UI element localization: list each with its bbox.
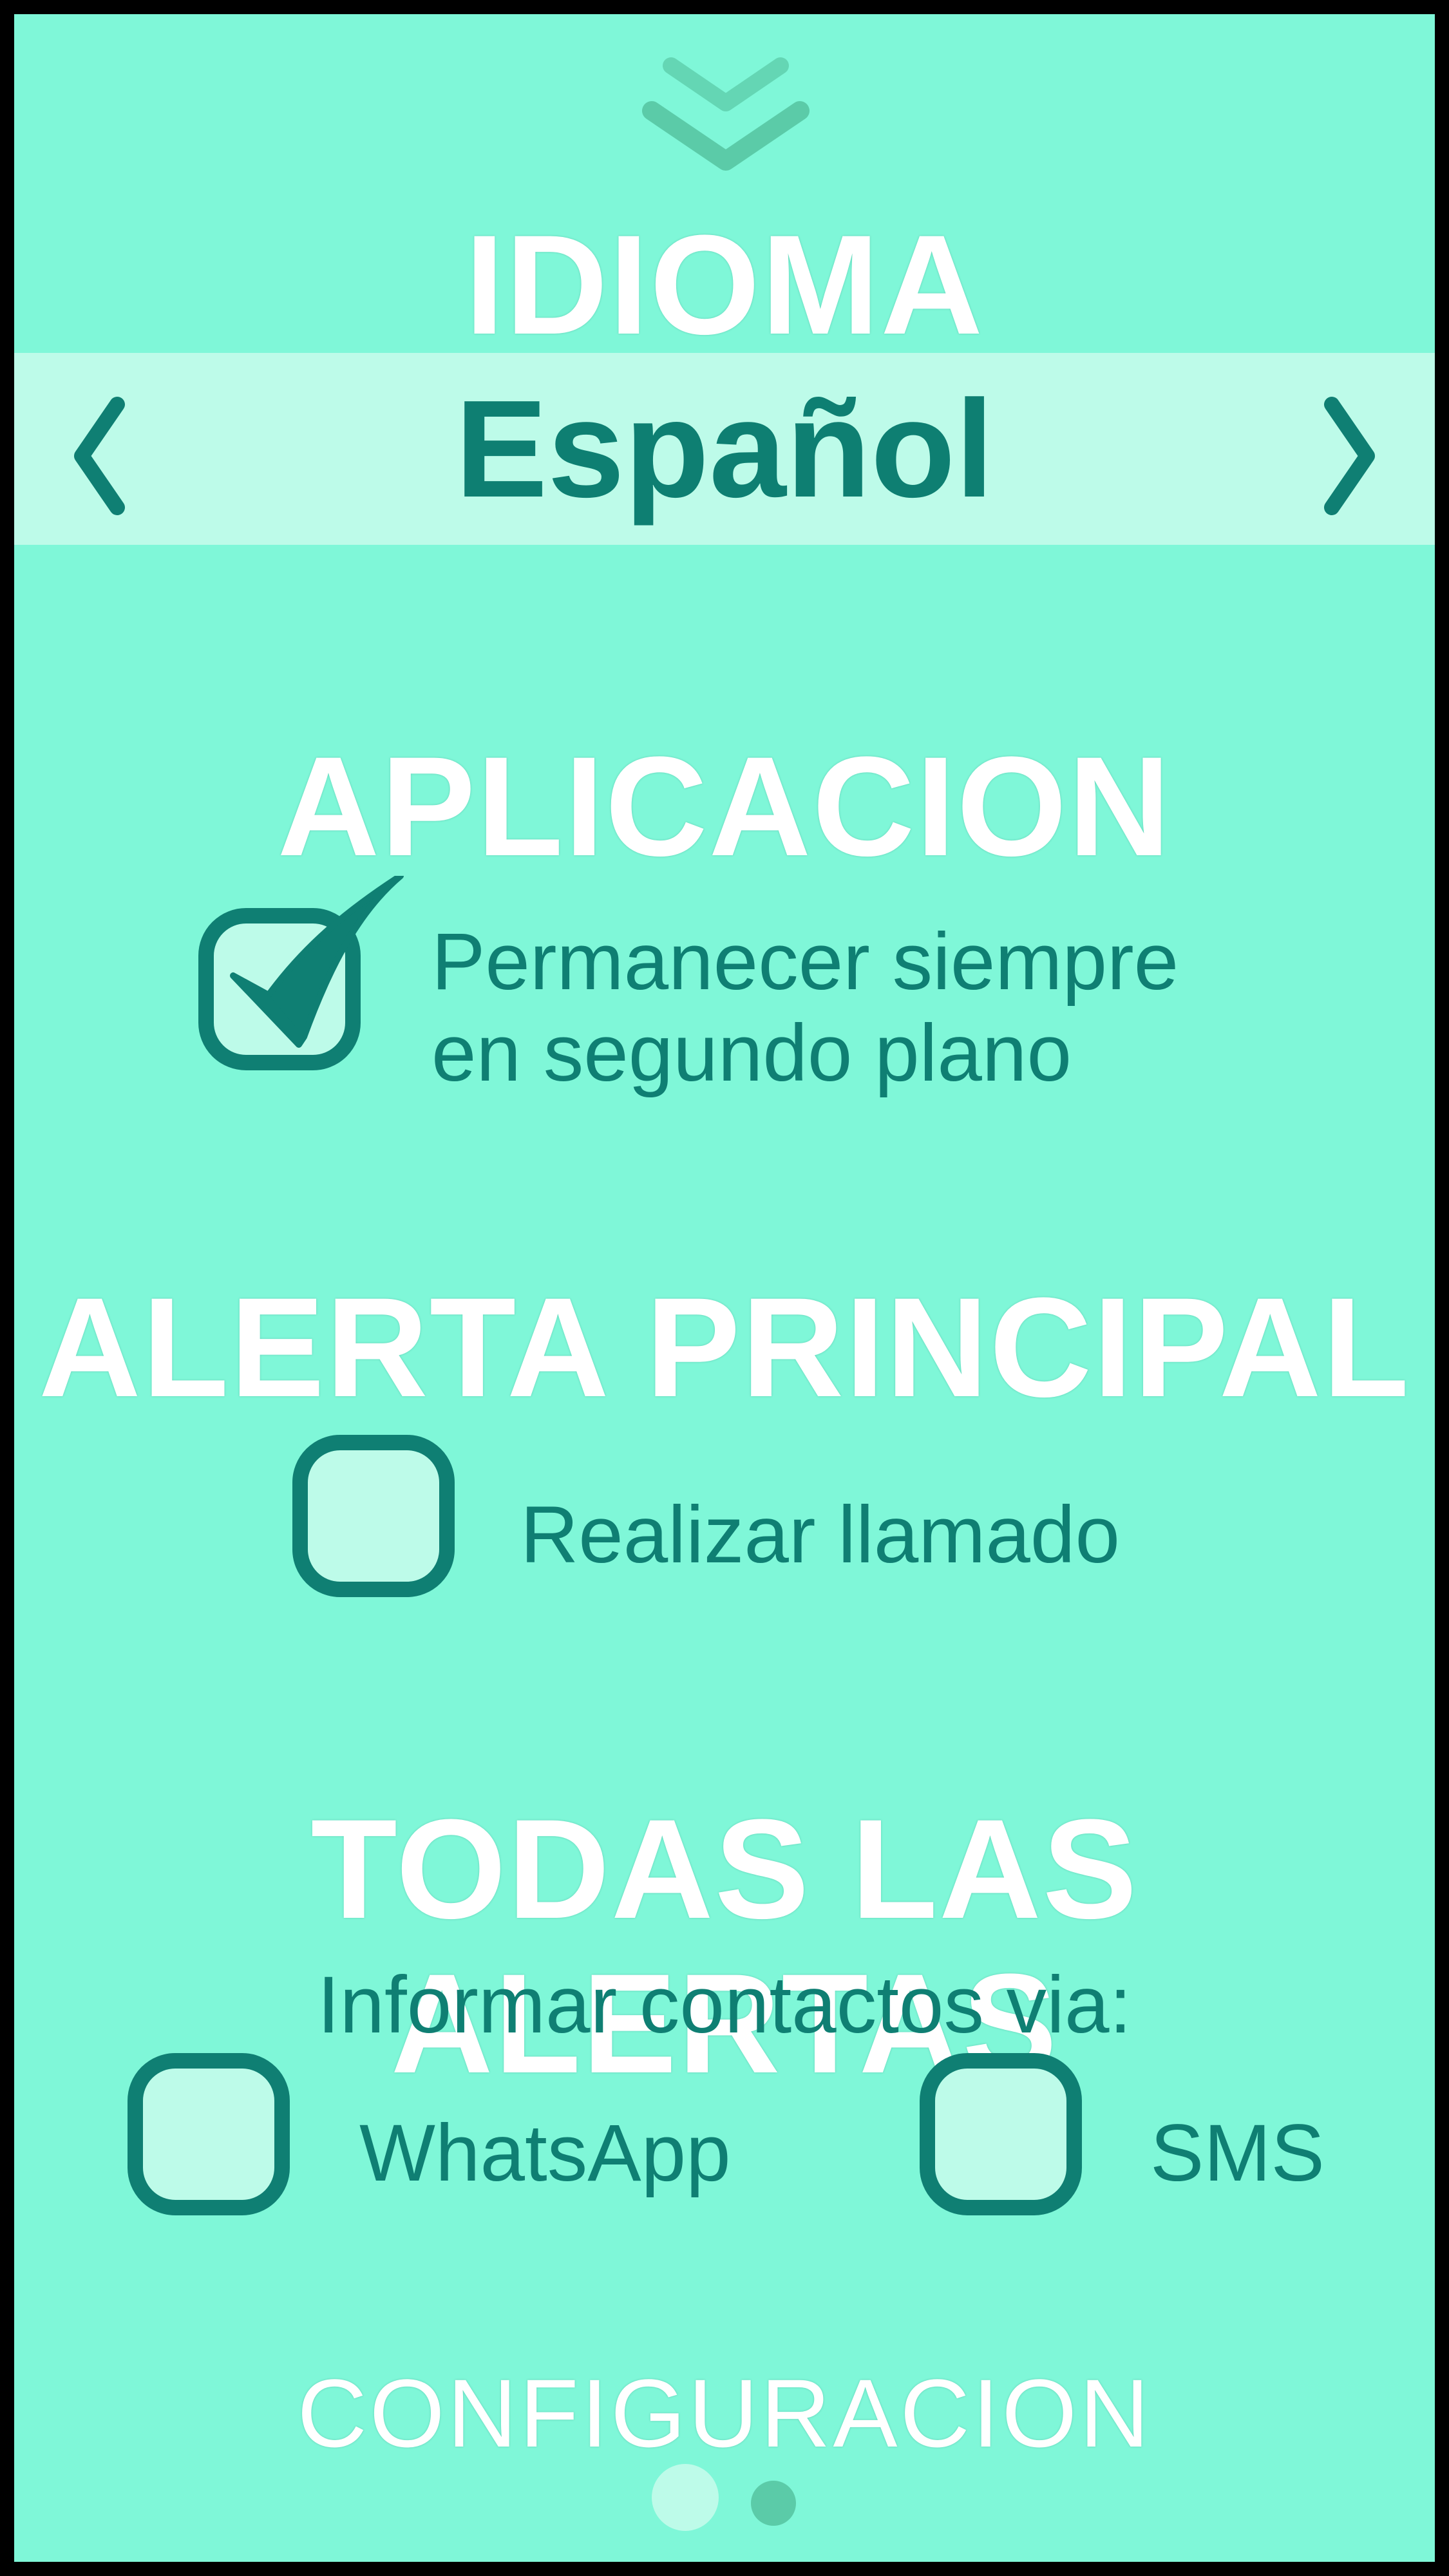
language-title: IDIOMA: [464, 205, 985, 364]
make-call-label: Realizar llamado: [520, 1490, 1120, 1580]
application-title: APLICACION: [277, 727, 1172, 886]
whatsapp-label: WhatsApp: [359, 2108, 731, 2198]
checkmark-icon: [230, 876, 404, 1048]
footer-title: CONFIGURACION: [297, 2359, 1152, 2467]
inform-contacts-label: Informar contactos via:: [317, 1960, 1132, 2050]
page-dot-active[interactable]: [652, 2464, 719, 2531]
sms-checkbox[interactable]: [920, 2053, 1082, 2215]
background-mode-label-line1: Permanecer siempre: [431, 917, 1179, 1007]
make-call-checkbox[interactable]: [292, 1435, 455, 1597]
sms-label: SMS: [1150, 2108, 1325, 2198]
page-dot-inactive[interactable]: [751, 2481, 796, 2526]
selected-language: Español: [455, 371, 994, 526]
settings-screen: IDIOMA Español APLICACION Permanecer sie…: [14, 14, 1435, 2562]
whatsapp-checkbox[interactable]: [128, 2053, 290, 2215]
main-alert-title: ALERTA PRINCIPAL: [38, 1268, 1411, 1426]
double-chevron-down-icon[interactable]: [632, 53, 819, 182]
background-mode-label-line2: en segundo plano: [431, 1009, 1072, 1098]
chevron-right-icon[interactable]: [1306, 392, 1383, 520]
language-selector: Español: [14, 353, 1435, 545]
